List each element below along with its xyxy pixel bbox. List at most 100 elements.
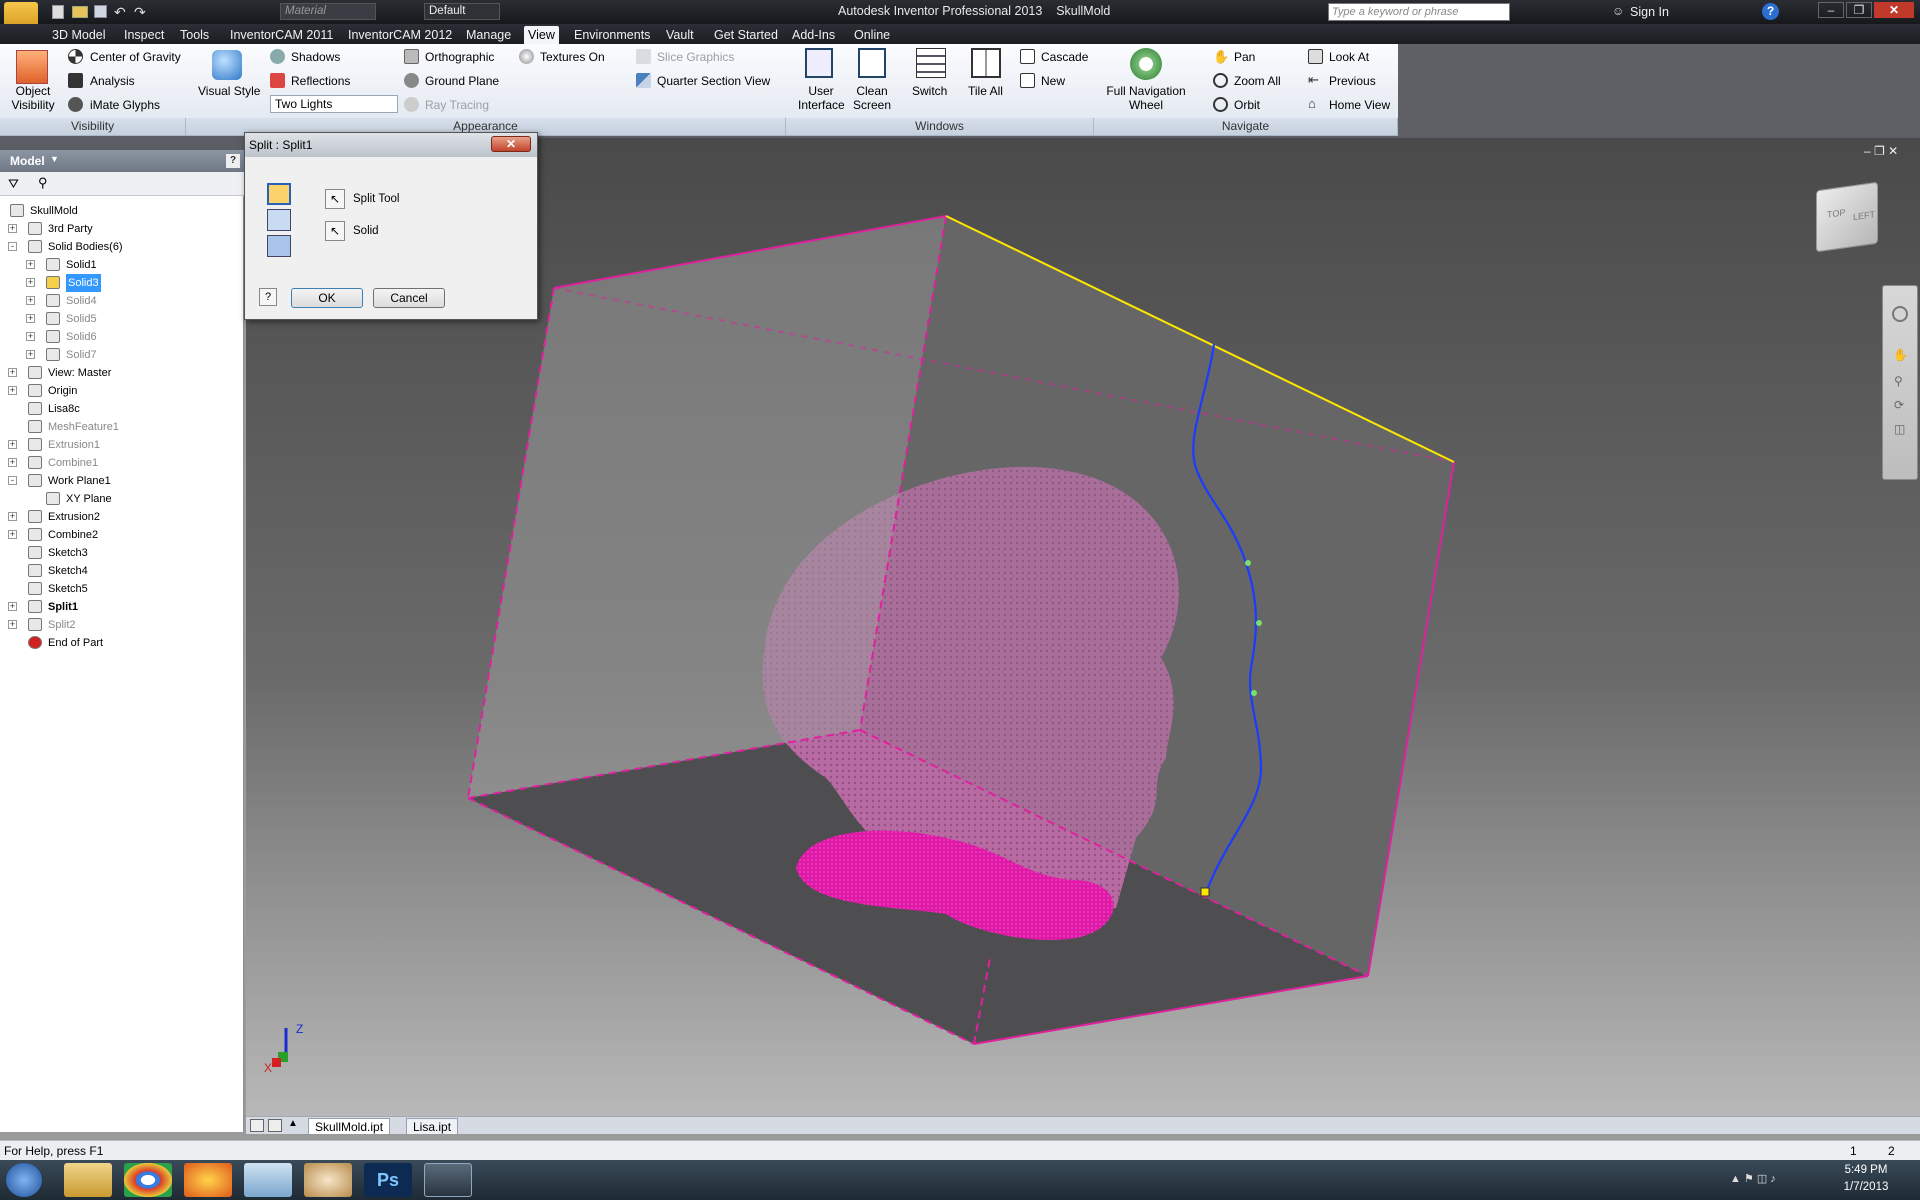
open-icon[interactable] bbox=[72, 6, 88, 18]
tab-tools[interactable]: Tools bbox=[176, 26, 213, 44]
expand-icon[interactable]: + bbox=[8, 386, 17, 395]
tab-inventorcam-2011[interactable]: InventorCAM 2011 bbox=[226, 26, 337, 44]
find-icon[interactable]: ⚲ bbox=[38, 175, 48, 191]
help-search-input[interactable]: Type a keyword or phrase bbox=[1328, 3, 1510, 21]
pan-nav-icon[interactable]: ✋ bbox=[1893, 348, 1908, 362]
spline-point[interactable] bbox=[1251, 690, 1257, 696]
cascade-windows-icon[interactable] bbox=[268, 1119, 282, 1132]
user-interface-button[interactable]: User Interface bbox=[798, 84, 845, 112]
start-button[interactable] bbox=[6, 1163, 42, 1197]
tab-get-started[interactable]: Get Started bbox=[710, 26, 782, 44]
sign-in-link[interactable]: Sign In bbox=[1630, 5, 1669, 19]
expand-icon[interactable]: + bbox=[26, 332, 35, 341]
tab-add-ins[interactable]: Add-Ins bbox=[788, 26, 839, 44]
visual-style-button[interactable]: Visual Style bbox=[198, 84, 260, 98]
zoom-nav-icon[interactable]: ⚲ bbox=[1894, 374, 1903, 388]
expand-icon[interactable]: + bbox=[26, 296, 35, 305]
orthographic-button[interactable]: Orthographic bbox=[425, 50, 494, 64]
new-window-button[interactable]: New bbox=[1041, 74, 1065, 88]
center-of-gravity-button[interactable]: Center of Gravity bbox=[90, 50, 181, 64]
tile-all-button[interactable]: Tile All bbox=[968, 84, 1003, 98]
ground-plane-button[interactable]: Ground Plane bbox=[425, 74, 499, 88]
expand-icon[interactable]: + bbox=[8, 512, 17, 521]
explorer-taskbar-icon[interactable] bbox=[64, 1163, 112, 1197]
spline-point[interactable] bbox=[1256, 620, 1262, 626]
reflections-button[interactable]: Reflections bbox=[291, 74, 350, 88]
doc-tab-lisa[interactable]: Lisa.ipt bbox=[406, 1118, 459, 1134]
orbit-nav-icon[interactable]: ⟳ bbox=[1894, 398, 1904, 412]
viewcube-face-left[interactable]: LEFT bbox=[1853, 209, 1875, 222]
minimize-icon[interactable]: – bbox=[1818, 2, 1844, 18]
select-arrow-icon[interactable]: ↖ bbox=[325, 221, 345, 241]
paint-taskbar-icon[interactable] bbox=[304, 1163, 352, 1197]
expand-icon[interactable]: + bbox=[8, 602, 17, 611]
photoshop-taskbar-icon[interactable]: Ps bbox=[364, 1163, 412, 1197]
expand-icon[interactable]: + bbox=[8, 440, 17, 449]
switch-button[interactable]: Switch bbox=[912, 84, 947, 98]
tab-manage[interactable]: Manage bbox=[462, 26, 515, 44]
slice-graphics-button[interactable]: Slice Graphics bbox=[657, 50, 734, 64]
ok-button[interactable]: OK bbox=[291, 288, 363, 308]
notes-taskbar-icon[interactable] bbox=[244, 1163, 292, 1197]
spline-point[interactable] bbox=[1245, 560, 1251, 566]
look-at-button[interactable]: Look At bbox=[1329, 50, 1369, 64]
undo-icon[interactable]: ↶ bbox=[114, 4, 126, 21]
select-arrow-icon[interactable]: ↖ bbox=[325, 189, 345, 209]
trim-solid-icon[interactable] bbox=[267, 209, 291, 231]
tab-environments[interactable]: Environments bbox=[570, 26, 654, 44]
expand-icon[interactable]: + bbox=[26, 260, 35, 269]
browser-help-icon[interactable]: ? bbox=[226, 154, 240, 168]
dialog-close-button[interactable]: ✕ bbox=[491, 136, 531, 152]
redo-icon[interactable]: ↷ bbox=[134, 4, 146, 21]
zoom-all-button[interactable]: Zoom All bbox=[1234, 74, 1281, 88]
full-navigation-wheel-button[interactable]: Full Navigation Wheel bbox=[1100, 84, 1192, 112]
expand-icon[interactable]: + bbox=[8, 458, 17, 467]
tab-view[interactable]: View bbox=[524, 26, 559, 44]
chevron-down-icon[interactable]: ▼ bbox=[50, 154, 59, 164]
tray-icons[interactable]: ▲ ⚑ ◫ ♪ bbox=[1730, 1172, 1776, 1185]
steering-wheel-icon[interactable] bbox=[1892, 306, 1908, 322]
appearance-dropdown[interactable]: Default bbox=[424, 3, 500, 20]
tab-list-icon[interactable]: ▲ bbox=[288, 1118, 298, 1129]
navigation-bar[interactable]: ✋ ⚲ ⟳ ◫ bbox=[1882, 285, 1918, 480]
expand-icon[interactable]: + bbox=[8, 620, 17, 629]
split-face-icon[interactable] bbox=[267, 183, 291, 205]
previous-button[interactable]: Previous bbox=[1329, 74, 1376, 88]
tab-inventorcam-2012[interactable]: InventorCAM 2012 bbox=[344, 26, 456, 44]
inventor-taskbar-icon[interactable] bbox=[424, 1163, 472, 1197]
cascade-button[interactable]: Cascade bbox=[1041, 50, 1088, 64]
firefox-taskbar-icon[interactable] bbox=[184, 1163, 232, 1197]
ray-tracing-button[interactable]: Ray Tracing bbox=[425, 98, 489, 112]
tile-windows-icon[interactable] bbox=[250, 1119, 264, 1132]
split-solid-icon[interactable] bbox=[267, 235, 291, 257]
save-icon[interactable] bbox=[94, 5, 107, 18]
expand-icon[interactable]: + bbox=[8, 224, 17, 233]
expand-icon[interactable]: + bbox=[8, 530, 17, 539]
analysis-button[interactable]: Analysis bbox=[90, 74, 135, 88]
viewport-window-controls[interactable]: – ❐ ✕ bbox=[1864, 144, 1898, 158]
tab-3d-model[interactable]: 3D Model bbox=[48, 26, 110, 44]
viewcube[interactable]: TOP LEFT bbox=[1816, 181, 1878, 253]
solid-selector[interactable]: Solid bbox=[353, 225, 379, 237]
expand-icon[interactable]: + bbox=[26, 350, 35, 359]
chrome-taskbar-icon[interactable] bbox=[124, 1163, 172, 1197]
clock-date[interactable]: 1/7/2013 bbox=[1836, 1181, 1896, 1193]
close-icon[interactable]: ✕ bbox=[1874, 2, 1914, 18]
dialog-help-icon[interactable]: ? bbox=[259, 288, 277, 306]
maximize-icon[interactable]: ❐ bbox=[1846, 2, 1872, 18]
filter-icon[interactable]: ⛛ bbox=[8, 176, 19, 192]
split-tool-selector[interactable]: Split Tool bbox=[353, 193, 399, 205]
material-dropdown[interactable]: Material bbox=[280, 3, 376, 20]
pan-button[interactable]: Pan bbox=[1234, 50, 1255, 64]
doc-tab-skullmold[interactable]: SkullMold.ipt bbox=[308, 1118, 391, 1134]
spline-endpoint[interactable] bbox=[1200, 887, 1210, 897]
clean-screen-button[interactable]: Clean Screen bbox=[852, 84, 892, 112]
quarter-section-button[interactable]: Quarter Section View bbox=[657, 74, 770, 88]
expand-icon[interactable]: + bbox=[26, 314, 35, 323]
user-icon[interactable]: ☺ bbox=[1612, 4, 1624, 18]
tab-vault[interactable]: Vault bbox=[662, 26, 698, 44]
home-view-button[interactable]: Home View bbox=[1329, 98, 1390, 112]
clock-time[interactable]: 5:49 PM bbox=[1836, 1164, 1896, 1176]
orbit-button[interactable]: Orbit bbox=[1234, 98, 1260, 112]
cancel-button[interactable]: Cancel bbox=[373, 288, 445, 308]
